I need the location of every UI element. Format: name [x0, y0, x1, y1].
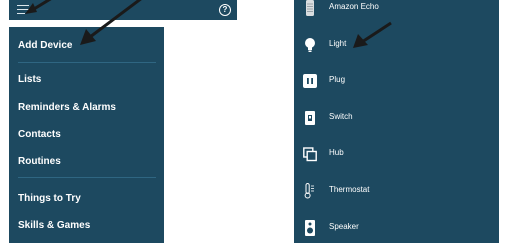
device-type-list: Amazon Echo Light Plug Switch Hub Thermo…: [294, 0, 499, 243]
menu-item-things-to-try[interactable]: Things to Try: [18, 193, 81, 205]
device-label: Switch: [329, 112, 353, 121]
device-row-thermostat[interactable]: Thermostat: [294, 174, 499, 211]
menu-item-reminders-alarms[interactable]: Reminders & Alarms: [18, 102, 116, 114]
plug-icon: [303, 74, 317, 88]
device-label: Light: [329, 39, 347, 48]
hamburger-icon[interactable]: [17, 3, 29, 15]
menu-item-skills-games[interactable]: Skills & Games: [18, 220, 90, 232]
device-row-amazon-echo[interactable]: Amazon Echo: [294, 0, 499, 28]
device-label: Plug: [329, 75, 346, 84]
device-row-light[interactable]: Light: [294, 28, 499, 65]
menu-item-contacts[interactable]: Contacts: [18, 129, 61, 141]
hub-icon: [303, 147, 317, 162]
screenshot-canvas: ? Add Device Lists Reminders & Alarms Co…: [0, 0, 508, 245]
light-bulb-icon: [305, 38, 315, 52]
device-label: Hub: [329, 148, 344, 157]
device-row-plug[interactable]: Plug: [294, 64, 499, 101]
menu-divider: [18, 62, 156, 63]
menu-item-routines[interactable]: Routines: [18, 156, 61, 168]
menu-item-lists[interactable]: Lists: [18, 74, 41, 86]
switch-icon: [305, 111, 315, 125]
menu-divider: [18, 177, 156, 178]
echo-speaker-icon: [306, 0, 314, 16]
device-row-hub[interactable]: Hub: [294, 137, 499, 174]
help-circle-icon[interactable]: ?: [219, 4, 231, 16]
device-label: Amazon Echo: [329, 2, 379, 11]
menu-item-add-device[interactable]: Add Device: [18, 40, 72, 52]
app-top-bar: ?: [9, 0, 237, 20]
device-label: Speaker: [329, 222, 359, 231]
thermostat-icon: [304, 183, 314, 199]
device-row-speaker[interactable]: Speaker: [294, 211, 499, 245]
device-label: Thermostat: [329, 185, 370, 194]
speaker-icon: [305, 220, 315, 236]
navigation-menu: Add Device Lists Reminders & Alarms Cont…: [9, 27, 164, 243]
device-row-switch[interactable]: Switch: [294, 101, 499, 138]
